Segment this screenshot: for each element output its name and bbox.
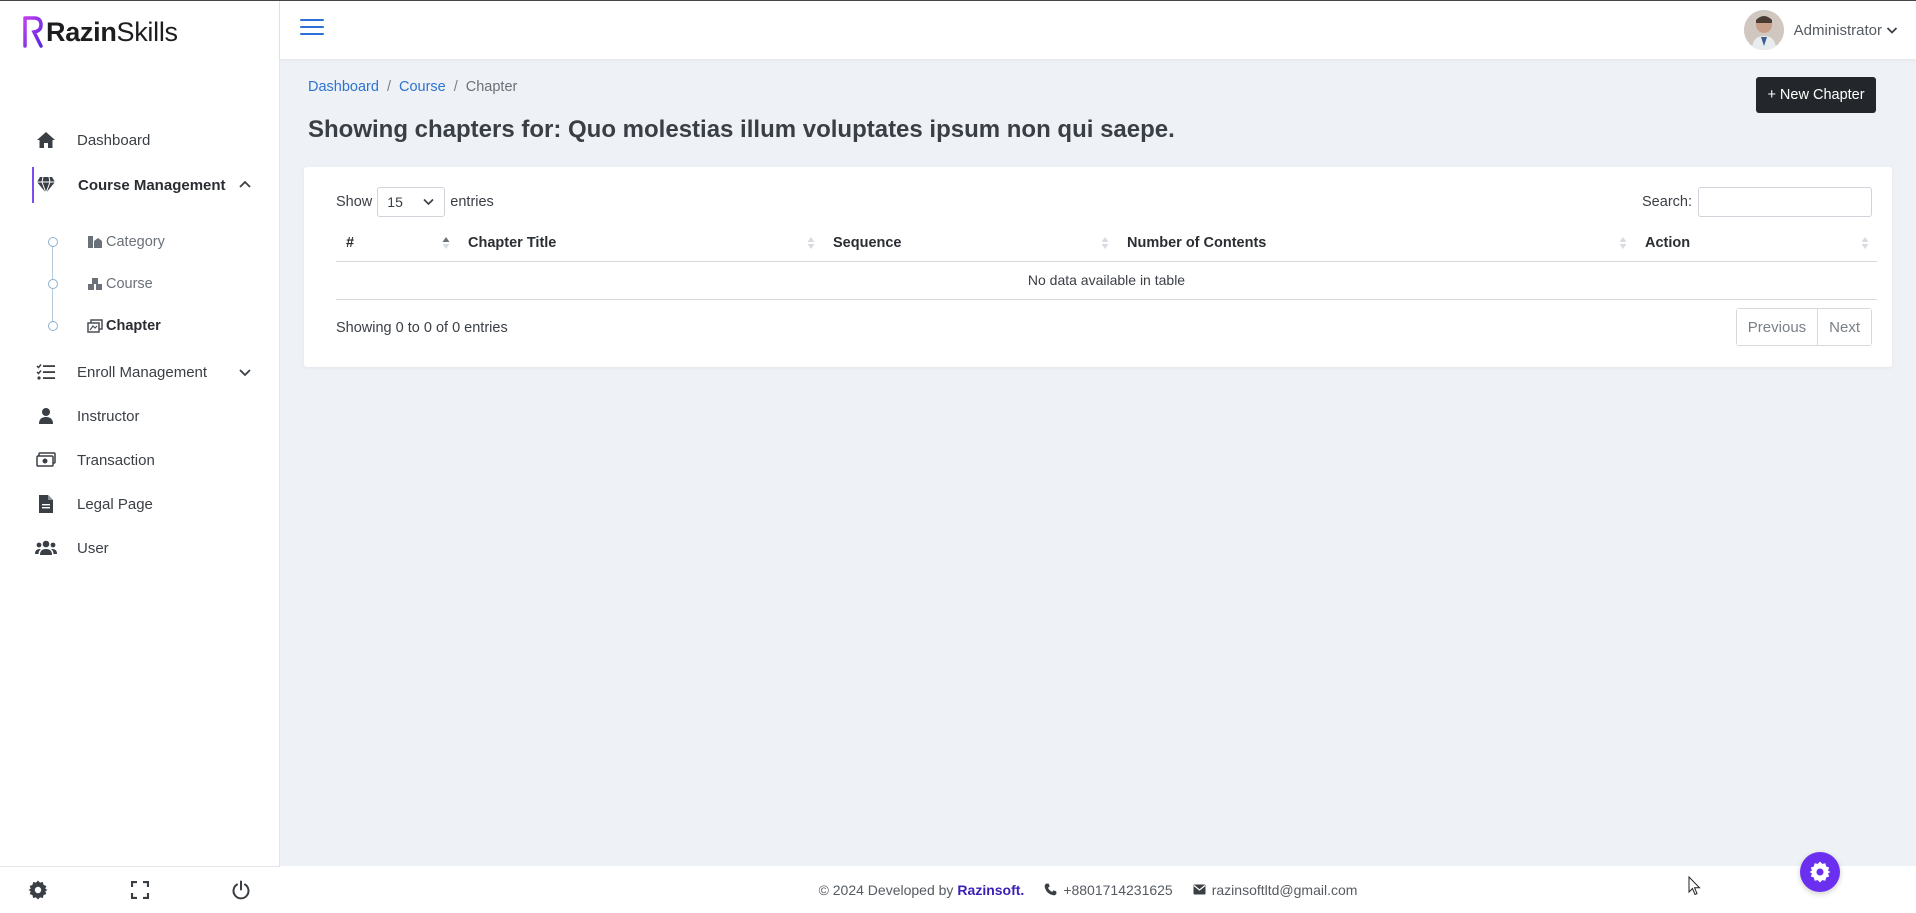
chapter-icon <box>87 319 103 333</box>
page-title: Showing chapters for: Quo molestias illu… <box>308 116 1175 143</box>
entries-select-value: 15 <box>387 194 403 210</box>
sort-icon <box>1861 237 1869 249</box>
fullscreen-icon[interactable] <box>129 879 151 901</box>
avatar <box>1743 10 1784 50</box>
course-icon <box>88 278 102 290</box>
breadcrumb-separator: / <box>453 79 458 95</box>
chevron-down-icon <box>1886 27 1898 34</box>
pagination: Previous Next <box>1735 308 1872 346</box>
breadcrumb-course[interactable]: Course <box>399 79 446 95</box>
table-header-row: # Chapter Title Sequence Number of Conte… <box>336 225 1877 262</box>
column-header-number[interactable]: # <box>336 225 458 262</box>
page-footer: © 2024 Developed by Razinsoft. +88017142… <box>280 866 1916 913</box>
column-header-number-of-contents[interactable]: Number of Contents <box>1117 225 1635 262</box>
previous-page-button[interactable]: Previous <box>1736 309 1818 345</box>
breadcrumb-separator: / <box>386 79 391 95</box>
submenu-dot <box>48 321 58 331</box>
sidebar-item-label: Instructor <box>77 407 140 425</box>
user-menu[interactable]: Administrator <box>1743 10 1898 50</box>
sidebar-item-user[interactable]: User <box>0 530 280 566</box>
chapters-table: # Chapter Title Sequence Number of Conte… <box>336 225 1877 300</box>
phone-icon <box>1044 883 1057 896</box>
submenu-dot <box>48 279 58 289</box>
breadcrumb-current: Chapter <box>465 79 518 95</box>
breadcrumb-dashboard[interactable]: Dashboard <box>308 79 379 95</box>
footer-email: razinsoftltd@gmail.com <box>1193 881 1358 898</box>
entries-length-control: Show 15 entries <box>336 187 494 217</box>
sidebar-item-label: Dashboard <box>77 131 151 149</box>
sidebar-item-course-management[interactable]: Course Management <box>0 167 280 203</box>
column-header-action[interactable]: Action <box>1635 225 1877 262</box>
phone-number: +8801714231625 <box>1063 881 1173 898</box>
chevron-down-icon <box>239 369 251 377</box>
copyright-text: © 2024 Developed by <box>818 881 954 898</box>
users-icon <box>35 537 57 559</box>
sidebar-subitem-course[interactable]: Course <box>0 269 280 299</box>
sidebar-subitem-chapter[interactable]: Chapter <box>0 311 280 341</box>
show-label: Show <box>336 194 373 210</box>
logo[interactable]: RazinSkills <box>22 14 178 50</box>
window-top-border <box>0 0 1916 1</box>
sidebar-item-instructor[interactable]: Instructor <box>0 398 280 434</box>
table-info: Showing 0 to 0 of 0 entries <box>336 320 508 336</box>
sidebar-item-label: Legal Page <box>77 495 153 513</box>
next-page-button[interactable]: Next <box>1817 309 1871 345</box>
sidebar-item-label: Transaction <box>77 451 155 469</box>
sidebar-item-dashboard[interactable]: Dashboard <box>0 122 280 158</box>
settings-gear-icon[interactable] <box>27 879 49 901</box>
chapters-card: Show 15 entries Search: # Chapter Title … <box>304 167 1892 367</box>
new-chapter-button[interactable]: + New Chapter <box>1756 77 1876 113</box>
column-header-chapter-title[interactable]: Chapter Title <box>458 225 823 262</box>
sidebar-item-label: Enroll Management <box>77 363 208 381</box>
list-check-icon <box>35 361 57 383</box>
breadcrumb: Dashboard / Course / Chapter <box>308 79 517 95</box>
home-icon <box>35 129 57 151</box>
envelope-icon <box>1193 884 1206 895</box>
sidebar-subitem-label: Chapter <box>106 318 161 334</box>
sidebar-item-label: Course Management <box>78 176 226 194</box>
chevron-down-icon <box>423 198 434 206</box>
sidebar-item-transaction[interactable]: Transaction <box>0 442 280 478</box>
search-input[interactable] <box>1698 187 1872 217</box>
sort-icon <box>1101 237 1109 249</box>
sort-asc-icon <box>442 237 450 249</box>
gem-icon <box>35 174 57 196</box>
developer-link[interactable]: Razinsoft. <box>957 882 1024 898</box>
logo-mark-icon <box>23 16 43 48</box>
sidebar-footer <box>0 866 280 913</box>
sidebar-subitem-label: Category <box>106 234 165 250</box>
sidebar-subitem-label: Course <box>106 276 153 292</box>
sidebar-item-enroll-management[interactable]: Enroll Management <box>0 354 280 390</box>
money-icon <box>35 449 57 471</box>
hamburger-menu-icon[interactable] <box>300 19 324 39</box>
sidebar: RazinSkills Dashboard Course Management … <box>0 0 280 913</box>
theme-settings-button[interactable] <box>1800 852 1840 892</box>
chevron-up-icon <box>239 180 251 188</box>
footer-phone: +8801714231625 <box>1044 881 1173 898</box>
file-icon <box>35 493 57 515</box>
power-icon[interactable] <box>230 879 252 901</box>
email-address: razinsoftltd@gmail.com <box>1211 881 1358 898</box>
column-header-sequence[interactable]: Sequence <box>823 225 1117 262</box>
submenu-dot <box>48 237 58 247</box>
user-icon <box>35 405 57 427</box>
sidebar-item-label: User <box>77 539 109 557</box>
logo-text: RazinSkills <box>46 16 178 47</box>
sidebar-subitem-category[interactable]: Category <box>0 227 280 257</box>
entries-label: entries <box>450 194 494 210</box>
sidebar-item-legal-page[interactable]: Legal Page <box>0 486 280 522</box>
table-search: Search: <box>1642 187 1872 217</box>
table-row: No data available in table <box>336 261 1877 300</box>
sort-icon <box>1619 237 1627 249</box>
category-icon <box>88 236 102 248</box>
empty-table-message: No data available in table <box>336 261 1877 300</box>
top-header: Administrator <box>280 1 1916 59</box>
sort-icon <box>807 237 815 249</box>
mouse-cursor-icon <box>1688 876 1701 896</box>
user-name: Administrator <box>1793 21 1882 39</box>
search-label: Search: <box>1642 194 1692 210</box>
gear-icon <box>1809 861 1831 883</box>
entries-select[interactable]: 15 <box>377 187 446 217</box>
